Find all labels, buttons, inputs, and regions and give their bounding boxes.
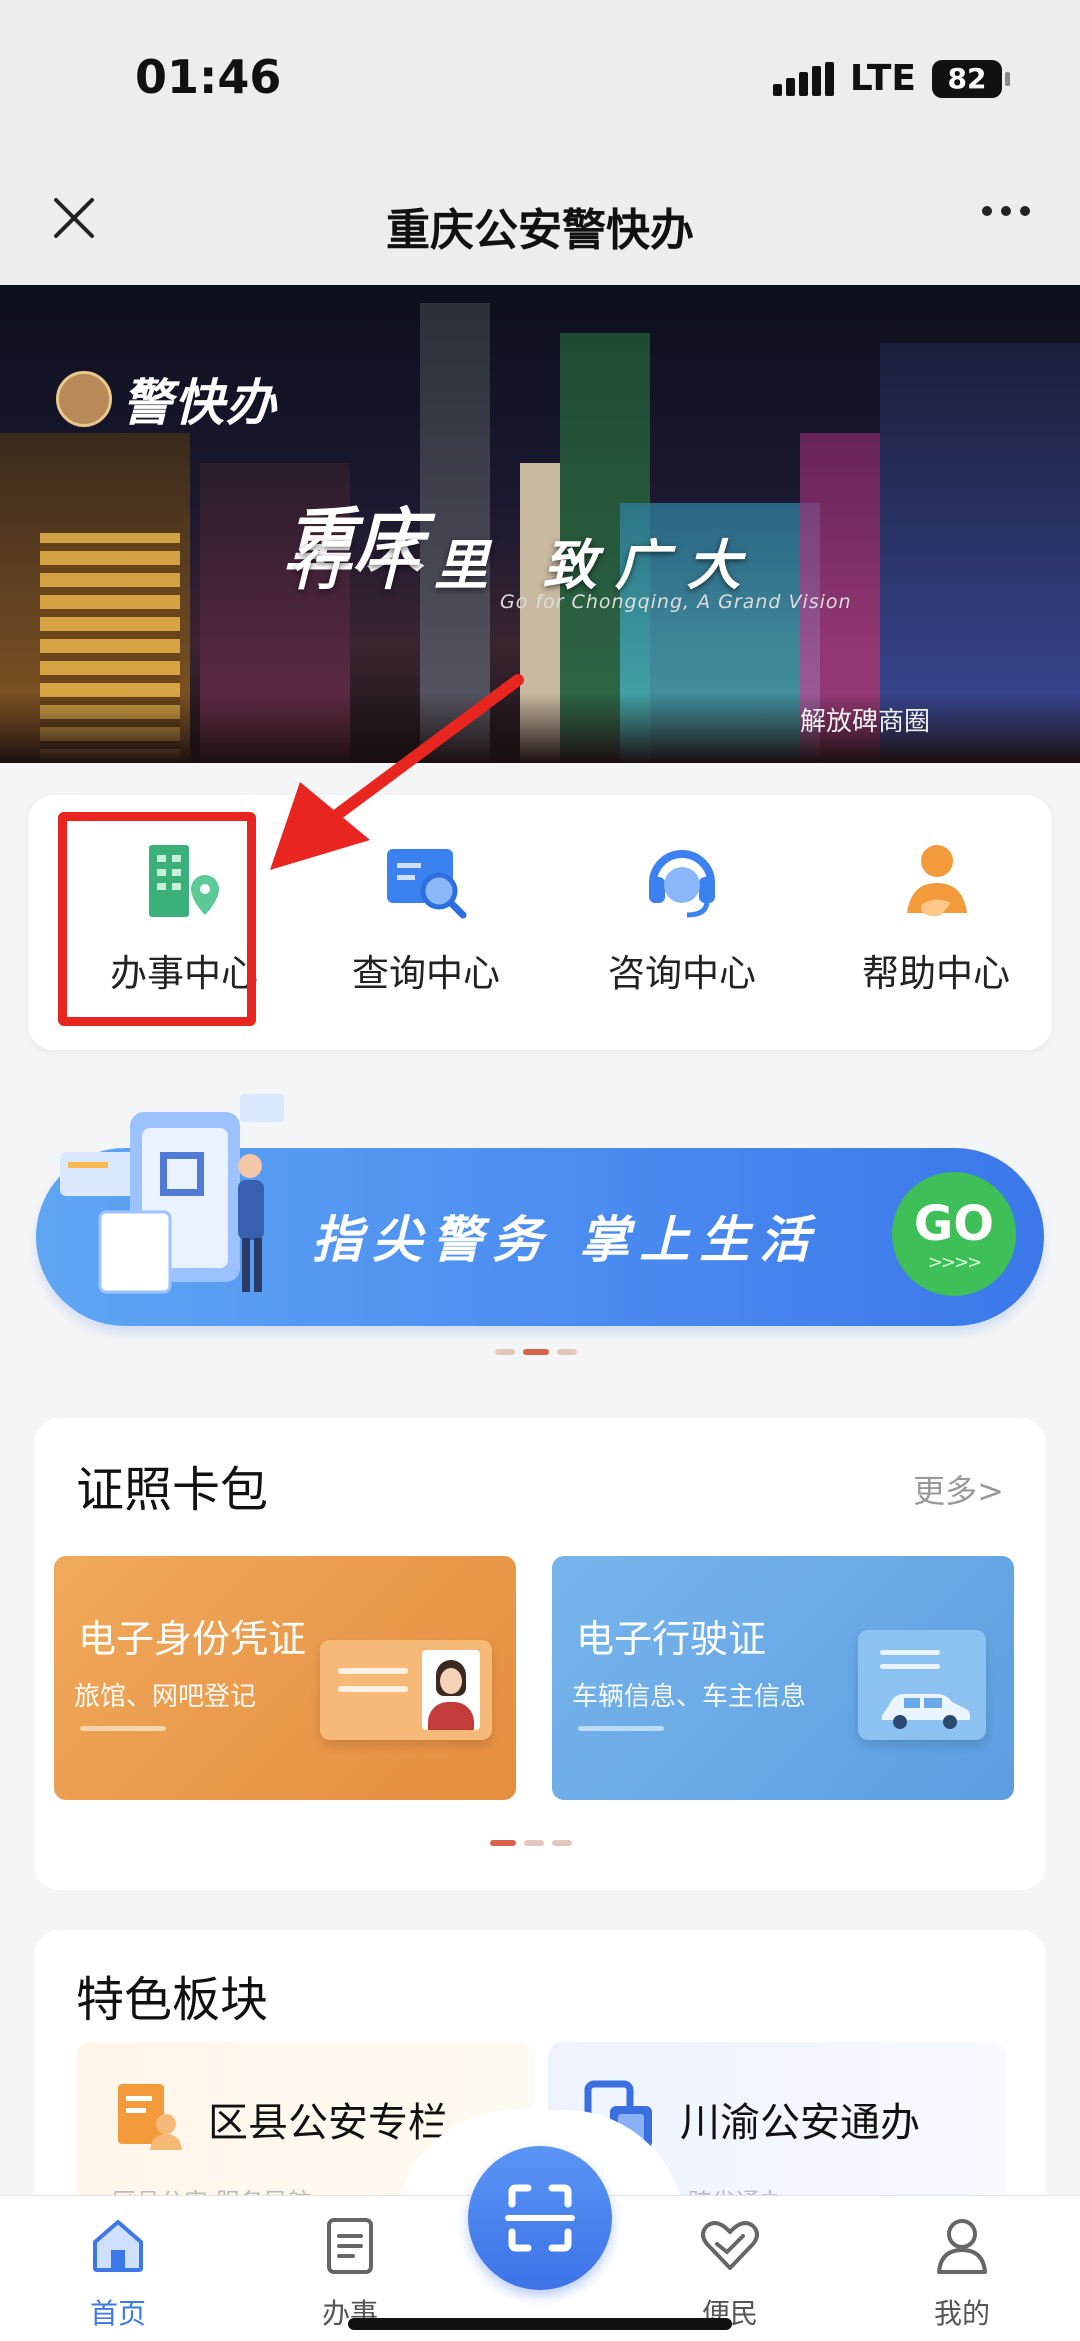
promo-pager <box>495 1349 577 1355</box>
heart-icon <box>701 2221 759 2270</box>
tab-home[interactable]: 首页 <box>58 2214 178 2332</box>
annotation-arrow-icon <box>270 674 524 870</box>
card-divider <box>80 1726 166 1731</box>
scan-button[interactable] <box>468 2146 612 2290</box>
card-driving-license[interactable]: 电子行驶证 车辆信息、车主信息 <box>552 1556 1014 1800</box>
pager-dot <box>495 1349 515 1355</box>
card-subtitle: 旅馆、网吧登记 <box>74 1682 257 1712</box>
document-icon <box>327 2218 373 2274</box>
tab-profile[interactable]: 我的 <box>902 2214 1022 2332</box>
go-button[interactable]: GO >>>> <box>892 1172 1016 1296</box>
tile-title: 川渝公安通办 <box>680 2100 920 2146</box>
go-label: GO <box>913 1196 995 1252</box>
pager-dot <box>552 1840 572 1846</box>
user-icon <box>937 2219 987 2274</box>
logo-text: 警快办 <box>122 374 278 432</box>
vehicle-card-icon <box>858 1630 986 1740</box>
promo-text: 指尖警务 掌上生活 <box>312 1211 820 1269</box>
card-divider <box>578 1726 664 1731</box>
status-time: 01:46 <box>135 50 282 104</box>
banner-slogan: 行千里 致广大 <box>290 533 759 597</box>
status-bar: 01:46 LTE 82 <box>0 0 1080 150</box>
card-electronic-id[interactable]: 电子身份凭证 旅馆、网吧登记 <box>54 1556 516 1800</box>
tab-convenience[interactable]: 便民 <box>670 2214 790 2332</box>
headset-icon <box>649 850 715 918</box>
nav-bar: 重庆公安警快办 <box>0 150 1080 285</box>
home-indicator <box>348 2318 732 2330</box>
tab-label: 首页 <box>89 2297 146 2330</box>
id-card-icon <box>320 1640 492 1740</box>
go-chevrons: >>>> <box>927 1252 982 1273</box>
page-title: 重庆公安警快办 <box>386 205 694 256</box>
service-label: 帮助中心 <box>862 952 1010 995</box>
police-badge-icon <box>56 371 112 427</box>
service-help-center[interactable]: 帮助中心 <box>826 835 1046 1005</box>
card-subtitle: 车辆信息、车主信息 <box>572 1682 807 1712</box>
tab-services[interactable]: 办事 <box>290 2214 410 2332</box>
service-label: 咨询中心 <box>608 952 756 995</box>
banner-slogan-en: Go for Chongqing, A Grand Vision <box>500 591 852 613</box>
battery-icon: 82 <box>932 59 1010 98</box>
home-icon <box>93 2220 143 2272</box>
status-indicators: LTE 82 <box>772 58 1010 99</box>
hero-banner[interactable]: 警快办 重庆 行千里 致广大 Go for Chongqing, A Grand… <box>0 285 1080 763</box>
card-title: 电子身份凭证 <box>78 1617 307 1661</box>
phone-illustration-icon <box>60 1094 284 1294</box>
scan-icon <box>505 2184 575 2252</box>
highlight-box <box>58 812 256 1026</box>
wallet-pager <box>490 1840 572 1846</box>
car-icon <box>882 1694 970 1729</box>
more-link[interactable]: 更多> <box>913 1466 1004 1512</box>
network-type: LTE <box>849 58 916 99</box>
pager-dot-active <box>523 1349 549 1355</box>
helping-hand-icon <box>907 845 967 917</box>
service-consult-center[interactable]: 咨询中心 <box>572 835 792 1005</box>
license-wallet-section: 证照卡包 更多> 电子身份凭证 旅馆、网吧登记 电子行驶证 车辆信息、车主信息 <box>34 1418 1046 1890</box>
pager-dot-active <box>490 1840 516 1846</box>
card-title: 电子行驶证 <box>576 1617 767 1661</box>
section-title: 证照卡包 <box>76 1462 269 1518</box>
more-dots-icon[interactable] <box>982 206 1030 216</box>
pager-dot <box>557 1349 577 1355</box>
section-title: 特色板块 <box>76 1972 269 2028</box>
signal-icon <box>772 61 834 96</box>
banner-location-tag: 解放碑商圈 <box>800 707 931 737</box>
tab-label: 我的 <box>933 2297 990 2330</box>
service-label: 查询中心 <box>352 952 500 995</box>
tile-title: 区县公安专栏 <box>208 2100 448 2146</box>
banner-logo: 警快办 <box>56 363 278 435</box>
pager-dot <box>524 1840 544 1846</box>
district-column-icon <box>118 2084 182 2150</box>
